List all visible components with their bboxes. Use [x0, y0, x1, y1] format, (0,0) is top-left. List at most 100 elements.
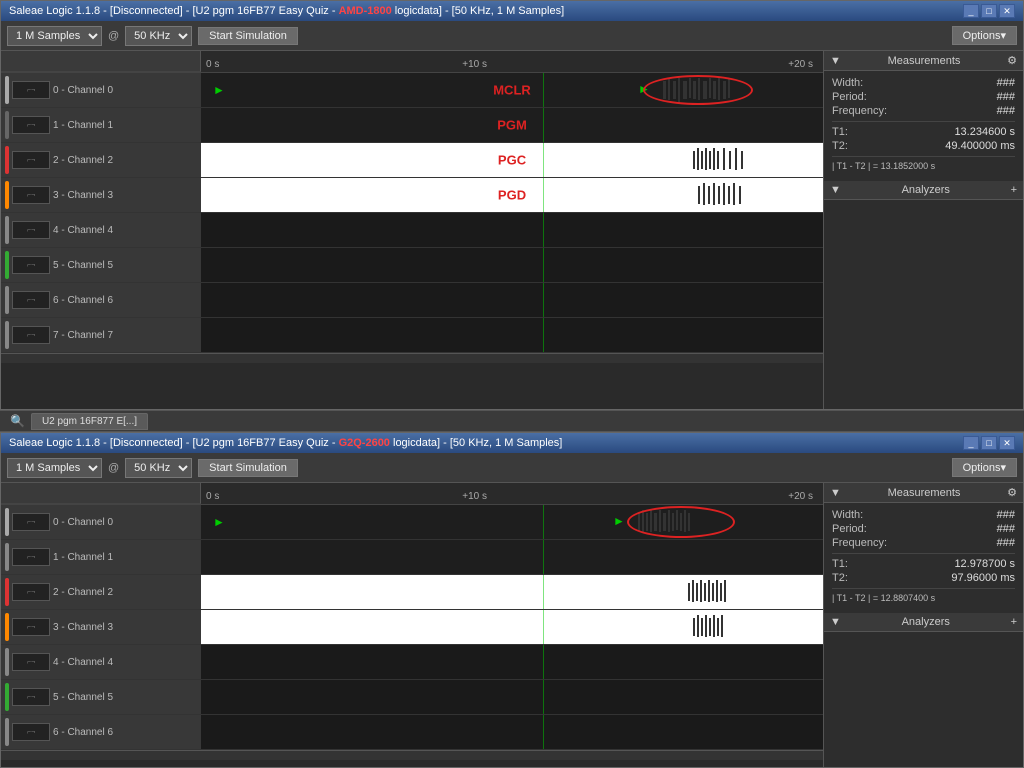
meas-t1-val-1: 13.234600 s — [954, 126, 1015, 138]
pgd-signal — [693, 178, 753, 212]
pgd-label: PGD — [498, 188, 526, 203]
analyzers-header-1: ▼ Analyzers + — [824, 181, 1023, 200]
cursor-line-2-2 — [543, 575, 544, 609]
wf-row-3-1: PGD — [201, 178, 823, 212]
ch-color-5-2 — [5, 683, 9, 711]
measurements-gear-1[interactable]: ⚙ — [1007, 54, 1017, 67]
ch-color-3-1 — [5, 181, 9, 209]
ch-id-4-1: 4 - Channel 4 — [53, 225, 113, 236]
meas-width-val-1: ### — [997, 77, 1015, 89]
start-sim-btn-1[interactable]: Start Simulation — [198, 27, 298, 45]
options-btn-2[interactable]: Options▾ — [952, 458, 1017, 477]
channel-row-0-1: ⌐¬ 0 - Channel 0 ► MCLR ► — [1, 73, 823, 108]
right-panel-1: ▼ Measurements ⚙ Width: ### Period: ### … — [823, 51, 1023, 409]
cursor-line-1-1 — [543, 73, 544, 107]
ch-mini-3-1: ⌐¬ — [12, 186, 50, 204]
analyzers-plus-2[interactable]: + — [1011, 616, 1017, 628]
play-marker-0-2: ► — [213, 515, 225, 529]
analyzers-plus-1[interactable]: + — [1011, 184, 1017, 196]
window-title-1: Saleae Logic 1.1.8 - [Disconnected] - [U… — [9, 5, 963, 17]
channel-row-3-2: ⌐¬ 3 - Channel 3 — [1, 610, 823, 645]
close-btn-2[interactable]: ✕ — [999, 436, 1015, 450]
cursor-line-1-2 — [543, 540, 544, 574]
wf-row-4-2 — [201, 645, 823, 679]
ch-label-7-1: ⌐¬ 7 - Channel 7 — [1, 318, 201, 353]
channel-row-6-1: ⌐¬ 6 - Channel 6 — [1, 283, 823, 318]
ruler-label-10s-1: +10 s — [462, 59, 487, 70]
start-sim-btn-2[interactable]: Start Simulation — [198, 459, 298, 477]
measurements-header-1: ▼ Measurements ⚙ — [824, 51, 1023, 71]
ch3-2-signal — [688, 610, 748, 644]
ch-color-4-1 — [5, 216, 9, 244]
freq-select-2[interactable]: 50 KHz — [125, 458, 192, 478]
wf-row-3-2 — [201, 610, 823, 644]
wf-row-7-1 — [201, 318, 823, 352]
freq-select-1[interactable]: 50 KHz — [125, 26, 192, 46]
ch-color-1-1 — [5, 111, 9, 139]
ch2-2-signal — [683, 575, 753, 609]
samples-select-2[interactable]: 1 M Samples — [7, 458, 102, 478]
wf-row-0-2: ► ► — [201, 505, 823, 539]
ch-color-5-1 — [5, 251, 9, 279]
tab-item-1[interactable]: U2 pgm 16F877 E[...] — [31, 413, 148, 430]
measurements-label-1: Measurements — [888, 55, 961, 67]
ch-color-6-1 — [5, 286, 9, 314]
maximize-btn-1[interactable]: □ — [981, 4, 997, 18]
samples-select-1[interactable]: 1 M Samples — [7, 26, 102, 46]
wf-row-5-2 — [201, 680, 823, 714]
scrollbar-1[interactable] — [1, 353, 823, 363]
ch-mini-5-1: ⌐¬ — [12, 256, 50, 274]
meas-t2-label-1: T2: — [832, 140, 848, 152]
meas-t1-label-1: T1: — [832, 126, 848, 138]
highlighted-device-1: AMD-1800 — [339, 5, 392, 17]
ch-id-7-1: 7 - Channel 7 — [53, 330, 113, 341]
meas-divider-2b — [832, 588, 1015, 589]
cursor-line-1b-1 — [543, 108, 544, 142]
meas-period-label-1: Period: — [832, 91, 867, 103]
options-btn-1[interactable]: Options▾ — [952, 26, 1017, 45]
pgc-label: PGC — [498, 153, 526, 168]
ch-color-1-2 — [5, 543, 9, 571]
meas-period-val-1: ### — [997, 91, 1015, 103]
meas-period-row-1: Period: ### — [832, 91, 1015, 103]
measurements-gear-2[interactable]: ⚙ — [1007, 486, 1017, 499]
title-bar-2: Saleae Logic 1.1.8 - [Disconnected] - [U… — [1, 433, 1023, 453]
meas-width-row-1: Width: ### — [832, 77, 1015, 89]
scrollbar-2[interactable] — [1, 750, 823, 760]
ch-label-4-1: ⌐¬ 4 - Channel 4 — [1, 213, 201, 248]
meas-period-label-2: Period: — [832, 523, 867, 535]
ch-label-4-2: ⌐¬ 4 - Channel 4 — [1, 645, 201, 680]
close-btn-1[interactable]: ✕ — [999, 4, 1015, 18]
measurements-triangle-2: ▼ — [830, 487, 841, 499]
search-icon-tab[interactable]: 🔍 — [4, 412, 31, 430]
analyzers-triangle-1: ▼ — [830, 184, 841, 196]
ch-label-3-2: ⌐¬ 3 - Channel 3 — [1, 610, 201, 645]
measurements-label-2: Measurements — [888, 487, 961, 499]
minimize-btn-1[interactable]: _ — [963, 4, 979, 18]
ch-mini-3-2: ⌐¬ — [12, 618, 50, 636]
ch-color-6-2 — [5, 718, 9, 746]
ch-mini-6-2: ⌐¬ — [12, 723, 50, 741]
meas-period-row-2: Period: ### — [832, 523, 1015, 535]
minimize-btn-2[interactable]: _ — [963, 436, 979, 450]
window-1: Saleae Logic 1.1.8 - [Disconnected] - [U… — [0, 0, 1024, 410]
ch-id-1-2: 1 - Channel 1 — [53, 552, 113, 563]
channel-row-5-2: ⌐¬ 5 - Channel 5 — [1, 680, 823, 715]
measurements-content-2: Width: ### Period: ### Frequency: ### T1… — [824, 503, 1023, 609]
meas-t2-val-2: 97.96000 ms — [951, 572, 1015, 584]
title-controls-2: _ □ ✕ — [963, 436, 1015, 450]
channel-row-1-1: ⌐¬ 1 - Channel 1 PGM — [1, 108, 823, 143]
channel-row-5-1: ⌐¬ 5 - Channel 5 — [1, 248, 823, 283]
meas-t1-label-2: T1: — [832, 558, 848, 570]
maximize-btn-2[interactable]: □ — [981, 436, 997, 450]
ch-id-0-2: 0 - Channel 0 — [53, 517, 113, 528]
ruler-label-20s-2: +20 s — [788, 491, 813, 502]
meas-t1-row-2: T1: 12.978700 s — [832, 558, 1015, 570]
cursor-line-3-1 — [543, 178, 544, 212]
channel-row-4-2: ⌐¬ 4 - Channel 4 — [1, 645, 823, 680]
cursor-line-4-1 — [543, 213, 544, 247]
svg-text:►: ► — [638, 82, 650, 96]
right-panel-2: ▼ Measurements ⚙ Width: ### Period: ### … — [823, 483, 1023, 767]
channel-row-4-1: ⌐¬ 4 - Channel 4 — [1, 213, 823, 248]
at-label-2: @ — [108, 462, 119, 474]
